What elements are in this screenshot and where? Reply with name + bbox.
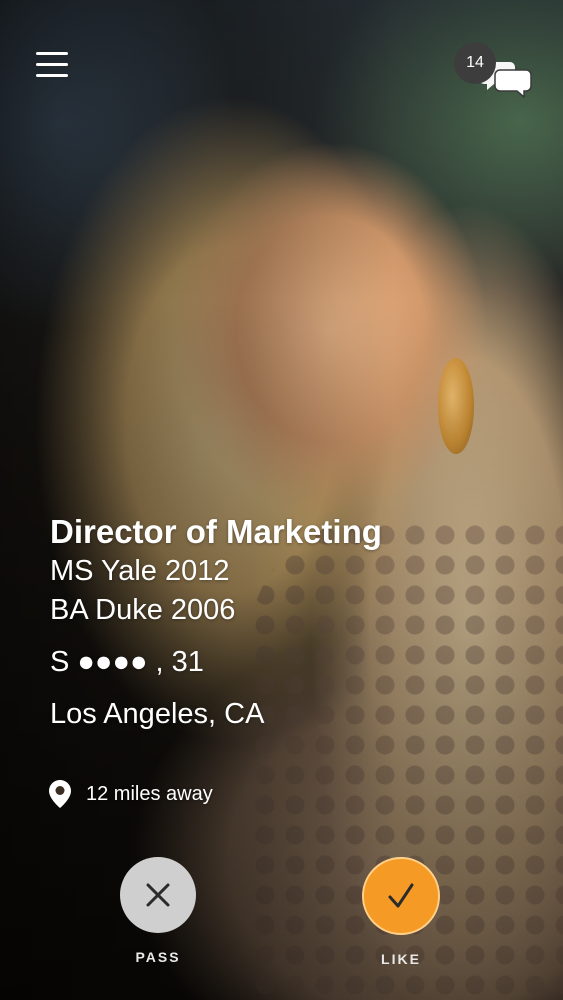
like-button[interactable] (362, 857, 440, 935)
education-line: BA Duke 2006 (50, 594, 236, 626)
education-line: MS Yale 2012 (50, 555, 230, 587)
profile-info: Director of Marketing MS Yale 2012 BA Du… (50, 512, 530, 734)
distance-row: 12 miles away (48, 778, 213, 810)
menu-line (36, 63, 68, 66)
checkmark-icon (388, 883, 414, 908)
menu-line (36, 52, 68, 55)
like-label: LIKE (381, 951, 421, 967)
distance-text: 12 miles away (86, 782, 213, 805)
status-prefix: S (50, 646, 70, 678)
pass-button[interactable] (120, 857, 196, 933)
job-title: Director of Marketing (50, 513, 382, 550)
pass-label: PASS (135, 949, 181, 965)
messages-button[interactable]: 14 (452, 42, 532, 98)
location: Los Angeles, CA (50, 698, 265, 730)
like-action: LIKE (361, 857, 441, 967)
photo-gradient-overlay (0, 0, 563, 1000)
hamburger-menu-icon[interactable] (36, 52, 68, 80)
close-icon (146, 883, 170, 907)
profile-card-screen: 14 Director of Marketing MS Yale 2012 BA… (0, 0, 563, 1000)
menu-line (36, 74, 68, 77)
status-age-row: S ●●●● , 31 (50, 642, 530, 682)
message-count-badge: 14 (454, 42, 496, 84)
profile-photo[interactable] (0, 0, 563, 1000)
status-dots: ●●●● (77, 646, 148, 678)
age: , 31 (155, 646, 204, 678)
pass-action: PASS (118, 857, 198, 965)
location-pin-icon (49, 780, 71, 808)
